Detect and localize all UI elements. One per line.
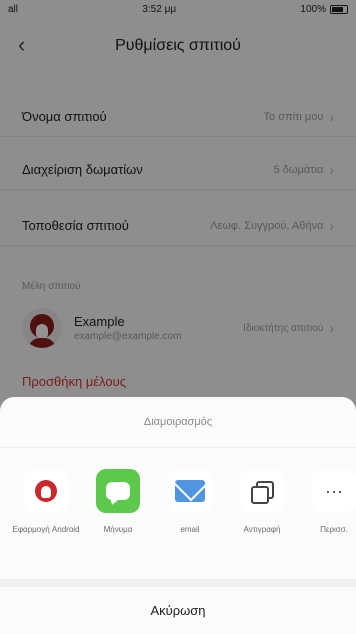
- more-icon: ···: [312, 469, 356, 513]
- divider: [0, 579, 356, 587]
- share-app-label: email: [180, 525, 200, 534]
- share-app-label: Μήνυμα: [103, 525, 133, 534]
- share-app-label: Εφαρμογή Android: [12, 525, 80, 534]
- messages-icon: [96, 469, 140, 513]
- share-sheet-title: Διαμοιρασμός: [0, 397, 356, 448]
- share-sheet: Διαμοιρασμός Εφαρμογή Android Μήνυμα ema…: [0, 397, 356, 634]
- mail-icon: [168, 469, 212, 513]
- share-app-android[interactable]: Εφαρμογή Android: [10, 469, 82, 569]
- copy-icon: [240, 469, 284, 513]
- share-app-copy[interactable]: Αντιγραφή: [226, 469, 298, 569]
- share-apps-row: Εφαρμογή Android Μήνυμα email Αντιγραφή …: [10, 469, 356, 569]
- share-app-label: Αντιγραφή: [243, 525, 281, 534]
- share-app-label: Περισσ.: [320, 525, 348, 534]
- app-logo-icon: [24, 469, 68, 513]
- share-app-email[interactable]: email: [154, 469, 226, 569]
- share-app-more[interactable]: ··· Περισσ.: [298, 469, 356, 569]
- share-app-messages[interactable]: Μήνυμα: [82, 469, 154, 569]
- cancel-button[interactable]: Ακύρωση: [0, 587, 356, 634]
